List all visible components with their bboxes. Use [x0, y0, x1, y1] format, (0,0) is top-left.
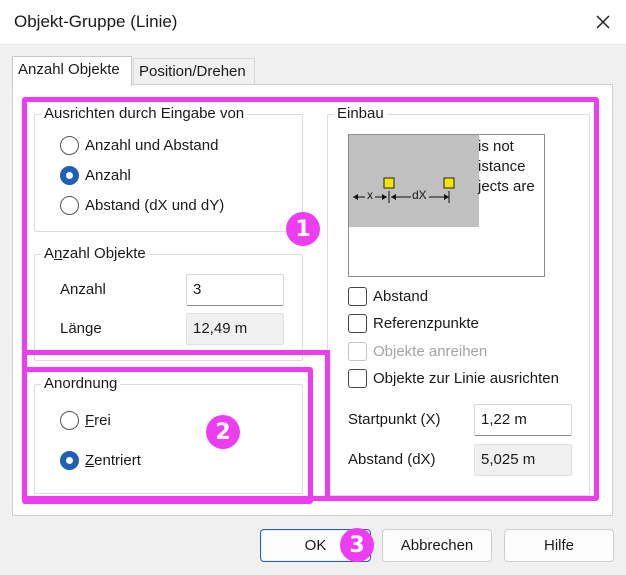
laenge-field: 12,49 m	[186, 313, 284, 345]
abstand-dx-label: Abstand (dX)	[348, 451, 436, 468]
abstand-dx-field: 5,025 m	[474, 444, 572, 476]
preview-dx-label: dX	[412, 188, 427, 202]
checkbox-objekte-anreihen: Objekte anreihen	[348, 342, 487, 361]
preview-text-line: jects are	[478, 178, 535, 195]
group-legend: Einbau	[334, 105, 387, 123]
radio-button[interactable]	[60, 411, 79, 430]
radio-label: Anzahl und Abstand	[85, 137, 219, 154]
preview-text-line: istance	[478, 158, 526, 175]
tab-label: Position/Drehen	[139, 63, 246, 80]
radio-frei[interactable]: Frei	[60, 411, 111, 430]
checkbox-label: Referenzpunkte	[373, 315, 479, 332]
annotation-badge-2: 2	[206, 415, 240, 449]
radio-label: Abstand (dX und dY)	[85, 197, 225, 214]
radio-anzahl[interactable]: Anzahl	[60, 166, 131, 185]
annotation-badge-1: 1	[286, 212, 320, 246]
checkbox[interactable]	[348, 314, 367, 333]
abbrechen-button[interactable]: Abbrechen	[382, 529, 492, 562]
tab-position-drehen[interactable]: Position/Drehen	[133, 58, 255, 84]
group-legend: Anordnung	[41, 375, 121, 393]
anzahl-label: Anzahl	[60, 281, 106, 298]
radio-label: Zentriert	[85, 452, 141, 469]
radio-abstand-dx-dy[interactable]: Abstand (dX und dY)	[60, 196, 224, 215]
startpunkt-input[interactable]: 1,22 m	[474, 404, 572, 436]
annotation-badge-3: 3	[340, 528, 374, 562]
group-legend: Ausrichten durch Eingabe von	[41, 105, 248, 123]
radio-button[interactable]	[60, 136, 79, 155]
checkbox-label: Objekte anreihen	[373, 343, 488, 360]
checkbox[interactable]	[348, 287, 367, 306]
tab-anzahl-objekte[interactable]: Anzahl Objekte	[12, 56, 132, 86]
close-button[interactable]	[580, 0, 626, 44]
checkbox-abstand[interactable]: Abstand	[348, 287, 428, 306]
preview-text-line: is not	[478, 138, 514, 155]
preview-dimension-diagram	[353, 177, 455, 203]
preview-x-label: x	[367, 188, 373, 202]
laenge-label: Länge	[60, 320, 102, 337]
anzahl-input[interactable]: 3	[186, 274, 284, 306]
hilfe-button[interactable]: Hilfe	[504, 529, 614, 562]
radio-button-selected[interactable]	[60, 166, 79, 185]
checkbox-referenzpunkte[interactable]: Referenzpunkte	[348, 314, 479, 333]
close-icon	[596, 15, 610, 29]
radio-zentriert[interactable]: Zentriert	[60, 451, 141, 470]
einbau-preview: is not istance jects are x dX	[348, 134, 545, 277]
checkbox[interactable]	[348, 369, 367, 388]
radio-label: Frei	[85, 412, 111, 429]
checkbox-label: Objekte zur Linie ausrichten	[373, 370, 559, 387]
title-bar: Objekt-Gruppe (Linie)	[0, 0, 626, 44]
checkbox-objekte-zur-linie-ausrichten[interactable]: Objekte zur Linie ausrichten	[348, 369, 559, 388]
window-title: Objekt-Gruppe (Linie)	[14, 12, 178, 31]
radio-label: Anzahl	[85, 167, 131, 184]
radio-button[interactable]	[60, 196, 79, 215]
checkbox-disabled	[348, 342, 367, 361]
group-anordnung: Anordnung	[34, 375, 303, 494]
checkbox-label: Abstand	[373, 288, 429, 305]
radio-button-selected[interactable]	[60, 451, 79, 470]
tab-label: Anzahl Objekte	[18, 61, 120, 78]
group-legend: Anzahl Objekte	[41, 245, 149, 263]
startpunkt-label: Startpunkt (X)	[348, 411, 441, 428]
radio-anzahl-und-abstand[interactable]: Anzahl und Abstand	[60, 136, 218, 155]
